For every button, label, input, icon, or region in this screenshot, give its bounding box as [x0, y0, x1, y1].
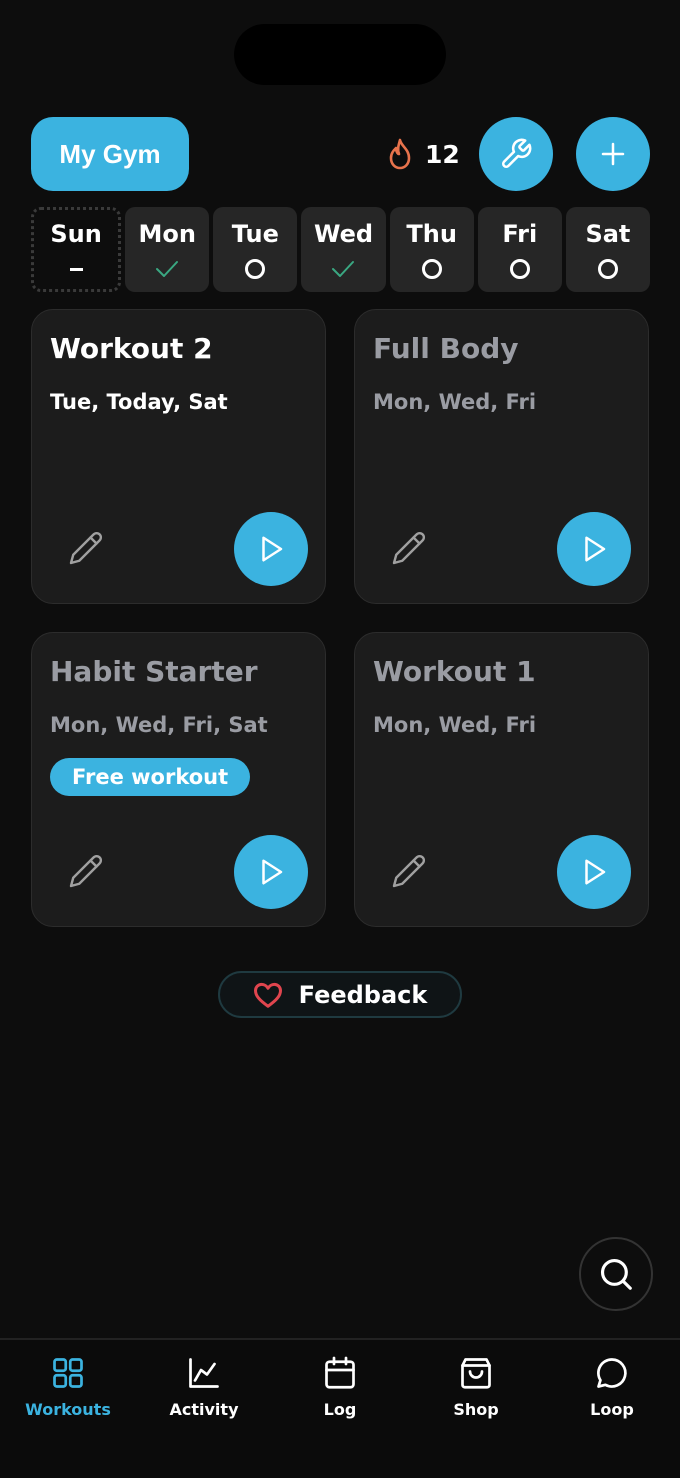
chart-icon: [189, 1358, 219, 1388]
tab-loop[interactable]: Loop: [552, 1354, 672, 1419]
tab-label: Shop: [453, 1400, 499, 1419]
chat-bubble-icon: [597, 1358, 627, 1388]
workout-card[interactable]: Workout 1 Mon, Wed, Fri: [354, 632, 649, 927]
feedback-label: Feedback: [298, 980, 428, 1009]
day-wed[interactable]: Wed: [301, 207, 386, 292]
week-day-selector: Sun Mon Tue Wed Thu Fri Sat: [31, 207, 650, 292]
bag-icon: [461, 1358, 491, 1389]
plus-icon: [601, 142, 625, 166]
streak-counter: 12: [387, 117, 460, 191]
day-label: Tue: [231, 220, 279, 248]
planned-circle-icon: [597, 257, 618, 281]
workout-title: Workout 1: [373, 655, 536, 688]
settings-button[interactable]: [479, 117, 553, 191]
pencil-icon[interactable]: [391, 853, 427, 889]
tab-label: Workouts: [25, 1400, 111, 1419]
day-label: Sat: [585, 220, 631, 248]
workout-title: Habit Starter: [50, 655, 258, 688]
bottom-tab-bar: Workouts Activity Log Shop Loop: [0, 1338, 680, 1478]
heart-icon: [253, 982, 282, 1008]
calendar-icon: [325, 1356, 355, 1389]
workout-card[interactable]: Habit Starter Mon, Wed, Fri, Sat Free wo…: [31, 632, 326, 927]
check-icon: [332, 261, 355, 277]
day-sat[interactable]: Sat: [565, 207, 650, 292]
workout-days: Mon, Wed, Fri: [373, 713, 537, 737]
tab-workouts[interactable]: Workouts: [8, 1354, 128, 1419]
tab-label: Loop: [590, 1400, 634, 1419]
play-icon: [262, 536, 283, 562]
wrench-icon: [502, 138, 532, 168]
planned-circle-icon: [245, 257, 266, 281]
tab-activity[interactable]: Activity: [144, 1354, 264, 1419]
workout-days: Tue, Today, Sat: [50, 390, 228, 414]
play-icon: [585, 536, 606, 562]
check-icon: [156, 261, 179, 277]
grid-icon: [53, 1358, 83, 1388]
play-workout-button[interactable]: [557, 835, 631, 909]
day-label: Fri: [502, 220, 538, 248]
workout-title: Full Body: [373, 332, 519, 365]
workout-days: Mon, Wed, Fri: [373, 390, 537, 414]
pencil-icon[interactable]: [68, 530, 104, 566]
camera-notch: [234, 24, 446, 85]
planned-circle-icon: [421, 257, 442, 281]
day-thu[interactable]: Thu: [389, 207, 474, 292]
pencil-icon[interactable]: [68, 853, 104, 889]
search-button[interactable]: [579, 1237, 653, 1311]
streak-count: 12: [425, 139, 460, 169]
play-workout-button[interactable]: [234, 835, 308, 909]
day-fri[interactable]: Fri: [477, 207, 562, 292]
tab-log[interactable]: Log: [280, 1354, 400, 1419]
play-icon: [585, 859, 606, 885]
play-icon: [262, 859, 283, 885]
day-label: Mon: [138, 220, 196, 248]
day-label: Wed: [313, 220, 374, 248]
add-workout-button[interactable]: [576, 117, 650, 191]
workout-days: Mon, Wed, Fri, Sat: [50, 713, 268, 737]
tab-label: Activity: [169, 1400, 239, 1419]
play-workout-button[interactable]: [234, 512, 308, 586]
pencil-icon[interactable]: [391, 530, 427, 566]
tab-shop[interactable]: Shop: [416, 1354, 536, 1419]
day-label: Sun: [50, 220, 102, 248]
day-mon[interactable]: Mon: [125, 207, 210, 292]
feedback-button[interactable]: Feedback: [218, 971, 462, 1018]
tab-label: Log: [323, 1400, 357, 1419]
planned-circle-icon: [509, 257, 530, 281]
free-workout-badge: Free workout: [50, 758, 251, 796]
day-sun[interactable]: Sun: [31, 207, 122, 292]
my-gym-button[interactable]: My Gym: [31, 117, 189, 191]
play-workout-button[interactable]: [557, 512, 631, 586]
search-icon: [600, 1258, 632, 1290]
day-label: Thu: [406, 220, 457, 248]
no-workout-dash: [69, 257, 83, 281]
day-tue[interactable]: Tue: [213, 207, 298, 292]
workout-card[interactable]: Workout 2 Tue, Today, Sat: [31, 309, 326, 604]
workout-card[interactable]: Full Body Mon, Wed, Fri: [354, 309, 649, 604]
flame-icon: [389, 138, 411, 170]
header: My Gym 12: [31, 117, 650, 191]
workout-title: Workout 2: [50, 332, 213, 365]
